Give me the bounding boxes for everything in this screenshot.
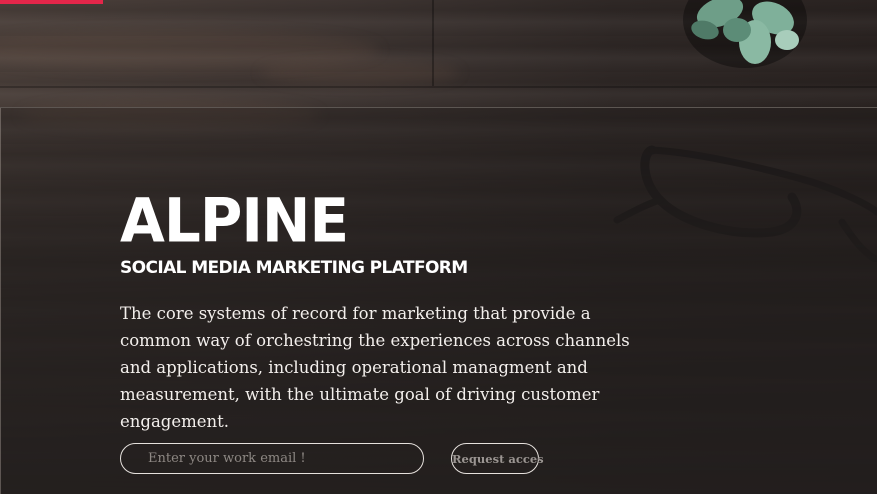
request-access-button[interactable]: Request acces xyxy=(451,443,544,474)
hero-section: ALPINE SOCIAL MEDIA MARKETING PLATFORM T… xyxy=(120,190,680,452)
signup-form: Request acces xyxy=(120,443,550,474)
page-subtitle: SOCIAL MEDIA MARKETING PLATFORM xyxy=(120,258,468,278)
top-accent-bar xyxy=(0,0,103,4)
email-field[interactable] xyxy=(120,443,424,474)
plank-divider xyxy=(0,86,877,88)
wood-grain xyxy=(260,60,460,85)
plank-seam xyxy=(432,0,434,86)
hero-description: The core systems of record for marketing… xyxy=(120,304,630,431)
succulent-plant-icon xyxy=(683,0,807,68)
page-title: ALPINE xyxy=(120,184,349,257)
